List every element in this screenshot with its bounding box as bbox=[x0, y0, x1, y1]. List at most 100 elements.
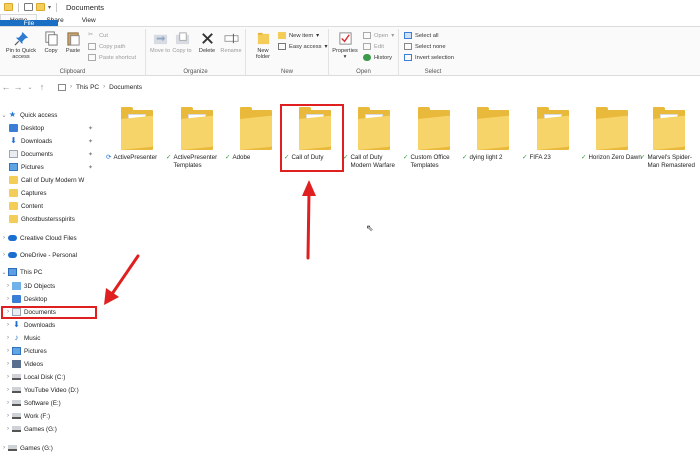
select-none-button[interactable]: Select none bbox=[404, 43, 446, 50]
list-item[interactable]: ✓ Custom Office Templates bbox=[403, 106, 463, 169]
list-item[interactable]: ✓ Call of Duty Modern Warfare bbox=[343, 106, 403, 169]
nav-pc-desktop[interactable]: › Desktop bbox=[0, 293, 104, 305]
new-folder-quick-icon[interactable] bbox=[36, 3, 45, 11]
mouse-cursor-icon: ⇖ bbox=[366, 223, 374, 233]
copy-to-button[interactable]: Copy to bbox=[172, 31, 192, 54]
edit-label: Edit bbox=[374, 43, 384, 50]
nav-quick-desktop[interactable]: Desktop ✦ bbox=[0, 122, 104, 134]
recent-chevron-icon[interactable]: ⌄ bbox=[24, 84, 36, 91]
list-item[interactable]: ✓ Adobe bbox=[225, 106, 285, 162]
copy-button[interactable]: Copy bbox=[42, 31, 60, 54]
file-list: ⟳ ActivePresenter ✓ ActivePresenter Templa… bbox=[106, 100, 700, 456]
move-to-icon bbox=[153, 34, 167, 45]
nav-pc-games-g[interactable]: › Games (G:) bbox=[0, 423, 104, 435]
nav-label: OneDrive - Personal bbox=[20, 251, 78, 259]
edit-button[interactable]: Edit bbox=[363, 43, 384, 50]
paste-icon bbox=[66, 32, 80, 46]
nav-quick-call-of-duty[interactable]: Call of Duty Modern W bbox=[0, 174, 104, 186]
cut-button[interactable]: ✂ Cut bbox=[88, 32, 108, 39]
nav-label: Pictures bbox=[21, 163, 44, 171]
documents-highlight-box bbox=[1, 306, 97, 319]
clipboard-group: Pin to Quick access Copy Paste ✂ Cut Cop… bbox=[0, 29, 146, 76]
nav-games-g-root[interactable]: › Games (G:) bbox=[0, 442, 104, 454]
delete-button[interactable]: Delete bbox=[197, 31, 217, 54]
nav-pc-music[interactable]: › ♪ Music bbox=[0, 332, 104, 344]
new-item-button[interactable]: New item ▾ bbox=[278, 32, 319, 39]
up-arrow-icon[interactable]: ↑ bbox=[36, 82, 48, 92]
new-folder-button[interactable]: New folder bbox=[252, 31, 274, 61]
chevron-down-icon: ▾ bbox=[324, 43, 328, 50]
title-separator bbox=[56, 2, 58, 12]
nav-quick-ghostbusters[interactable]: Ghostbustersspirits bbox=[0, 213, 104, 225]
nav-pc-work-f[interactable]: › Work (F:) bbox=[0, 410, 104, 422]
nav-quick-documents[interactable]: Documents ✦ bbox=[0, 148, 104, 160]
address-bar-row: ← → ⌄ ↑ › This PC › Documents bbox=[0, 78, 700, 96]
folder-icon bbox=[416, 106, 452, 150]
pin-quick-access-button[interactable]: Pin to Quick access bbox=[2, 31, 40, 61]
list-item[interactable]: ✓ FIFA 23 bbox=[522, 106, 582, 162]
tab-view[interactable]: View bbox=[73, 14, 105, 26]
properties-button[interactable]: Properties ▾ bbox=[331, 31, 359, 61]
chevron-right-icon: › bbox=[7, 374, 9, 380]
nav-quick-captures[interactable]: Captures bbox=[0, 187, 104, 199]
rename-button[interactable]: Rename bbox=[220, 31, 242, 54]
copy-path-button[interactable]: Copy path bbox=[88, 43, 125, 50]
chevron-down-icon[interactable]: ▾ bbox=[48, 4, 51, 11]
pictures-icon bbox=[12, 347, 21, 355]
chevron-right-icon: › bbox=[3, 235, 5, 241]
list-item[interactable]: ✓ Marvel's Spider-Man Remastered bbox=[640, 106, 698, 169]
file-name: ActivePresenter Templates bbox=[173, 154, 218, 169]
nav-quick-content[interactable]: Content bbox=[0, 200, 104, 212]
nav-onedrive[interactable]: › OneDrive - Personal bbox=[0, 249, 104, 261]
list-item[interactable]: ✓ ActivePresenter Templates bbox=[166, 106, 226, 169]
file-name: FIFA 23 bbox=[529, 154, 551, 161]
nav-this-pc[interactable]: ⌄ This PC bbox=[0, 266, 104, 278]
nav-creative-cloud[interactable]: › Creative Cloud Files bbox=[0, 232, 104, 244]
list-item[interactable]: ✓ Horizon Zero Dawn bbox=[581, 106, 642, 162]
nav-pc-downloads[interactable]: › ⬇ Downloads bbox=[0, 319, 104, 331]
properties-quick-icon[interactable] bbox=[24, 3, 33, 11]
breadcrumb-this-pc[interactable]: This PC bbox=[76, 84, 99, 91]
history-icon bbox=[363, 54, 371, 61]
breadcrumb-documents[interactable]: Documents bbox=[109, 84, 142, 91]
invert-selection-button[interactable]: Invert selection bbox=[404, 54, 454, 61]
history-button[interactable]: History bbox=[363, 54, 392, 61]
nav-quick-access[interactable]: ⌄ ★ Quick access bbox=[0, 109, 104, 121]
synced-check-icon: ✓ bbox=[225, 154, 231, 161]
creative-cloud-icon bbox=[8, 235, 17, 241]
easy-access-button[interactable]: Easy access ▾ bbox=[278, 43, 327, 50]
move-to-button[interactable]: Move to bbox=[150, 31, 170, 54]
new-group-label: New bbox=[280, 69, 293, 75]
star-icon: ★ bbox=[8, 110, 17, 119]
nav-pc-3d-objects[interactable]: › 3D Objects bbox=[0, 280, 104, 292]
nav-pc-software-e[interactable]: › Software (E:) bbox=[0, 397, 104, 409]
paste-shortcut-button[interactable]: Paste shortcut bbox=[88, 54, 136, 61]
nav-pc-local-disk-c[interactable]: › Local Disk (C:) bbox=[0, 371, 104, 383]
nav-label: Work (F:) bbox=[24, 412, 51, 420]
select-all-button[interactable]: Select all bbox=[404, 32, 439, 39]
window-title: Documents bbox=[66, 2, 104, 12]
folder-icon bbox=[9, 176, 18, 184]
file-name: dying light 2 bbox=[469, 154, 503, 161]
delete-icon bbox=[201, 33, 213, 44]
nav-quick-downloads[interactable]: ⬇ Downloads ✦ bbox=[0, 135, 104, 147]
nav-quick-pictures[interactable]: Pictures ✦ bbox=[0, 161, 104, 173]
list-item[interactable]: ✓ dying light 2 bbox=[462, 106, 522, 162]
nav-pc-videos[interactable]: › Videos bbox=[0, 358, 104, 370]
open-button[interactable]: Open ▾ bbox=[363, 32, 394, 39]
select-all-label: Select all bbox=[415, 32, 439, 39]
open-group-label: Open bbox=[356, 69, 371, 75]
nav-pc-pictures[interactable]: › Pictures bbox=[0, 345, 104, 357]
paste-button[interactable]: Paste bbox=[63, 31, 83, 54]
file-name: Marvel's Spider-Man Remastered bbox=[647, 154, 695, 169]
forward-arrow-icon[interactable]: → bbox=[12, 82, 24, 92]
back-arrow-icon[interactable]: ← bbox=[0, 82, 12, 92]
breadcrumb[interactable]: › This PC › Documents bbox=[58, 81, 142, 93]
desktop-icon bbox=[9, 124, 18, 132]
pin-icon: ✦ bbox=[88, 164, 94, 171]
pin-icon: ✦ bbox=[88, 138, 94, 145]
music-icon: ♪ bbox=[14, 333, 19, 342]
list-item[interactable]: ⟳ ActivePresenter bbox=[106, 106, 166, 162]
nav-pc-youtube-video-d[interactable]: › YouTube Video (D:) bbox=[0, 384, 104, 396]
open-icon bbox=[363, 32, 371, 39]
